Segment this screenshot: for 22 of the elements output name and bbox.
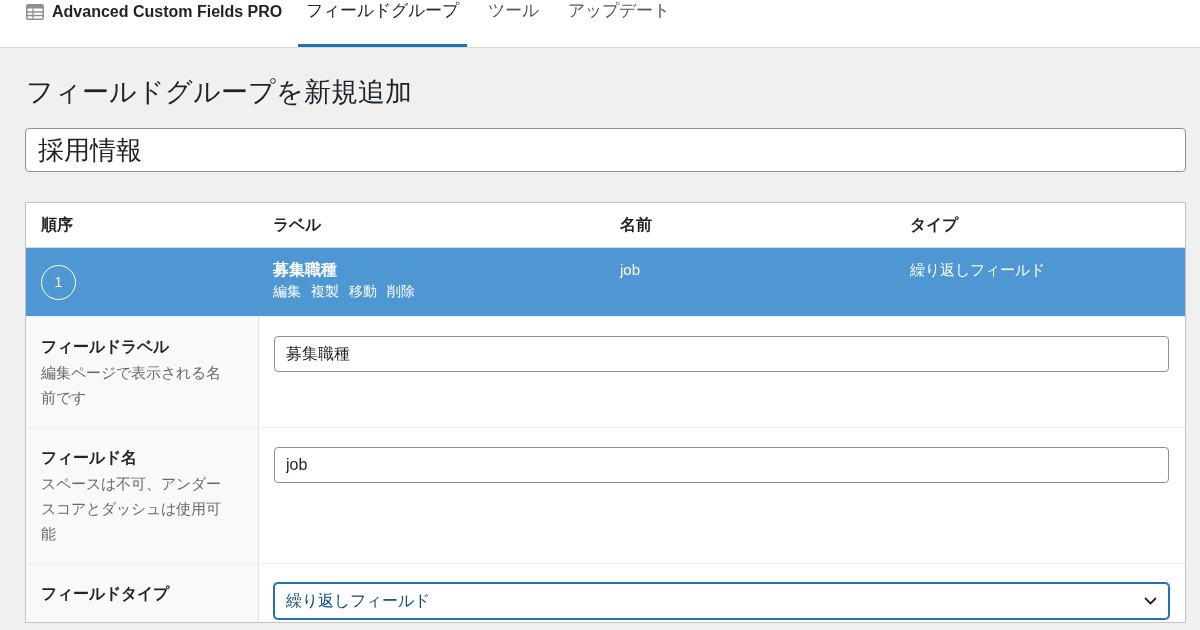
setting-label: フィールドラベル	[41, 337, 170, 357]
app-title: Advanced Custom Fields PRO	[52, 2, 283, 21]
nav-tab[interactable]: フィールドグループ	[298, 0, 468, 47]
setting-label: フィールドタイプ	[41, 584, 171, 604]
setting-description: スペースは不可、アンダースコアとダッシュは使用可能	[41, 474, 222, 544]
setting-description: 編集ページで表示される名前です	[41, 363, 222, 408]
text-input[interactable]: job	[274, 447, 1169, 483]
field-type-text: 繰り返しフィールド	[910, 260, 1045, 280]
select-field[interactable]: 繰り返しフィールド	[274, 583, 1169, 619]
text-input[interactable]: 募集職種	[274, 336, 1169, 372]
page-heading: フィールドグループを新規追加	[26, 76, 413, 109]
setting-label: フィールド名	[41, 448, 138, 468]
nav-tab[interactable]: アップデート	[560, 0, 679, 47]
nav-tab[interactable]: ツール	[480, 0, 548, 47]
column-header: タイプ	[910, 214, 958, 235]
column-header: 名前	[620, 214, 652, 235]
title-input[interactable]: 採用情報	[25, 128, 1186, 172]
column-header: ラベル	[273, 214, 321, 235]
field-name-text: job	[620, 260, 641, 280]
column-header: 順序	[41, 214, 73, 235]
table-icon	[26, 3, 44, 20]
chevron-down-icon	[1144, 597, 1157, 605]
